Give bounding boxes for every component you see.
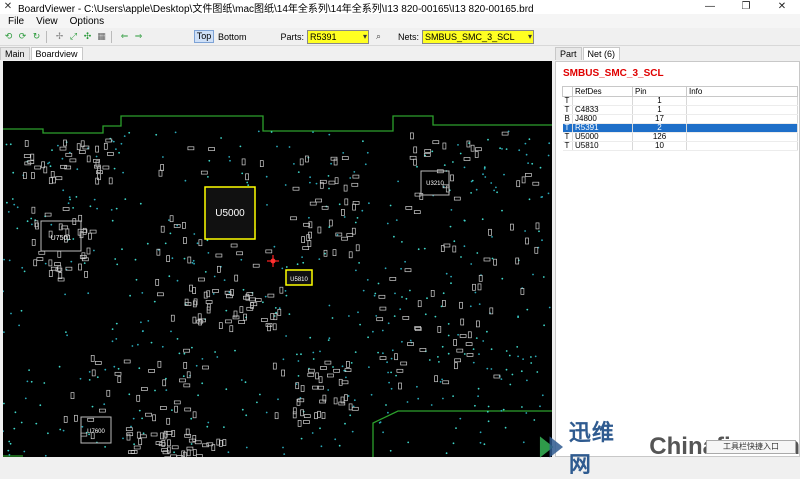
minimize-button[interactable]: — — [692, 0, 728, 14]
close-button[interactable]: ✕ — [764, 0, 800, 14]
zoom-in-icon[interactable]: ⟲ — [3, 31, 14, 42]
title-bar: ✕ BoardViewer - C:\Users\apple\Desktop\文… — [0, 0, 800, 14]
bottom-side-button[interactable]: Bottom — [218, 32, 247, 42]
table-header: RefDes Pin Info — [563, 87, 798, 97]
net-table: RefDes Pin Info T1TC48331BJ480017TR53912… — [562, 86, 798, 151]
chevron-down-icon[interactable]: ▾ — [528, 31, 532, 43]
right-tabs: Part Net (6) — [555, 47, 800, 61]
u5000-label: U5000 — [215, 208, 245, 219]
net-name: SMBUS_SMC_3_SCL — [563, 68, 799, 82]
board-canvas[interactable]: U5000 U5810 U7501 U3210 U7600 — [3, 61, 552, 457]
menu-view[interactable]: View — [36, 16, 58, 27]
nets-label: Nets: — [398, 32, 419, 42]
select-icon[interactable]: ✢ — [54, 31, 65, 42]
parts-field[interactable]: R5391 ▾ — [307, 30, 369, 44]
cell-info — [687, 142, 798, 151]
right-panel: Part Net (6) SMBUS_SMC_3_SCL RefDes Pin … — [555, 47, 800, 457]
mirror-icon[interactable]: ✣ — [82, 31, 93, 42]
chevron-down-icon[interactable]: ▾ — [363, 31, 367, 43]
cell-info — [687, 133, 798, 142]
cell-info — [687, 124, 798, 133]
u5810-label: U5810 — [290, 277, 308, 283]
window-title: BoardViewer - C:\Users\apple\Desktop\文件图… — [18, 0, 534, 15]
cell-side: T — [563, 142, 573, 151]
table-row[interactable]: TC48331 — [563, 106, 798, 115]
tab-net[interactable]: Net (6) — [583, 47, 621, 60]
cell-info — [687, 97, 798, 106]
rotate-icon[interactable]: ↻ — [31, 31, 42, 42]
search-icon[interactable]: ⌕ — [373, 31, 384, 42]
board-drawing[interactable]: U5000 U5810 U7501 U3210 U7600 — [3, 61, 552, 457]
forward-icon[interactable]: ⇒ — [133, 31, 144, 42]
toolbar: ⟲ ⟳ ↻ ✢ ⤢ ✣ ▦ ⇐ ⇒ Top Bottom Parts: R539… — [0, 28, 800, 46]
toolbar-separator — [111, 31, 112, 43]
cell-refdes: U5810 — [573, 142, 633, 151]
u3210-chip: U3210 — [421, 171, 449, 195]
menu-options[interactable]: Options — [70, 16, 104, 27]
board-outline — [3, 116, 552, 457]
u5000-chip[interactable]: U5000 — [205, 187, 255, 239]
maximize-button[interactable]: ❐ — [728, 0, 764, 14]
back-icon[interactable]: ⇐ — [119, 31, 130, 42]
u7600-chip: U7600 — [81, 417, 111, 443]
net-pane: SMBUS_SMC_3_SCL RefDes Pin Info T1TC4833… — [555, 61, 800, 457]
u7501-chip: U7501 — [41, 221, 81, 251]
app-icon: ✕ — [2, 1, 14, 13]
parts-value: R5391 — [310, 32, 337, 42]
board-vias — [3, 131, 551, 457]
window-controls: — ❐ ✕ — [692, 0, 800, 14]
tab-part[interactable]: Part — [555, 47, 582, 60]
toolbar-shortcut-hint[interactable]: 工具栏快捷入口 — [706, 440, 796, 454]
net-table-body: T1TC48331BJ480017TR53912TU5000126TU58101… — [563, 97, 798, 151]
u7501-label: U7501 — [51, 235, 72, 242]
parts-label: Parts: — [281, 32, 305, 42]
flip-icon[interactable]: ▦ — [96, 31, 107, 42]
tab-main[interactable]: Main — [0, 47, 30, 60]
cell-info — [687, 106, 798, 115]
tab-boardview[interactable]: Boardview — [31, 47, 83, 60]
u5810-chip[interactable]: U5810 — [286, 270, 312, 285]
board-components — [23, 132, 539, 457]
view-tabs: Main Boardview — [0, 47, 84, 61]
nets-field[interactable]: SMBUS_SMC_3_SCL ▾ — [422, 30, 534, 44]
u3210-label: U3210 — [426, 181, 444, 187]
menu-file[interactable]: File — [8, 16, 24, 27]
toolbar-separator — [46, 31, 47, 43]
watermark-cn: 迅维网 — [569, 415, 635, 479]
r5391-marker[interactable] — [267, 255, 279, 267]
fit-icon[interactable]: ⤢ — [68, 31, 79, 42]
col-side[interactable] — [563, 87, 573, 97]
col-info[interactable]: Info — [687, 87, 798, 97]
col-pin[interactable]: Pin — [633, 87, 687, 97]
cell-pin: 10 — [633, 142, 687, 151]
zoom-out-icon[interactable]: ⟳ — [17, 31, 28, 42]
u7600-label: U7600 — [87, 429, 105, 435]
table-row[interactable]: TU581010 — [563, 142, 798, 151]
top-side-button[interactable]: Top — [194, 30, 214, 43]
col-refdes[interactable]: RefDes — [573, 87, 633, 97]
menu-bar: File View Options — [0, 14, 800, 28]
nets-value: SMBUS_SMC_3_SCL — [425, 32, 515, 42]
chinafix-logo-icon — [538, 432, 567, 462]
cell-info — [687, 115, 798, 124]
